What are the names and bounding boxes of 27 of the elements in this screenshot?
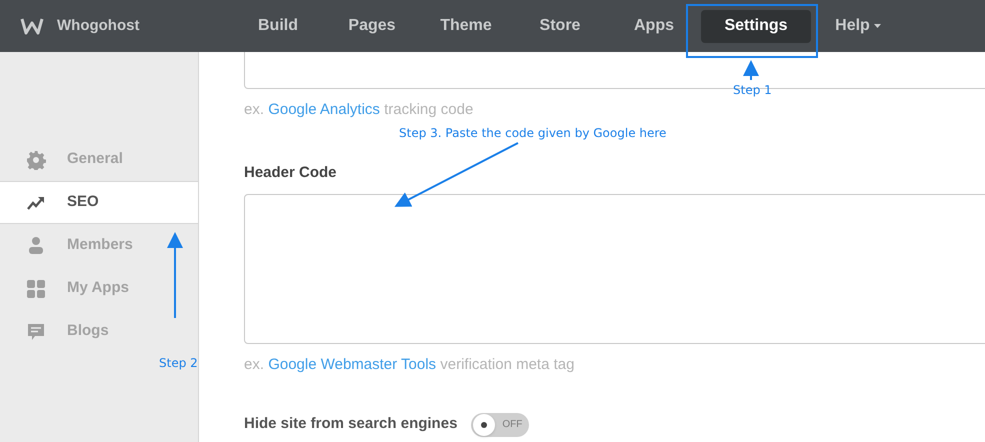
annotation-text: Step 3. Paste the code given by Google here: [399, 125, 666, 142]
person-icon: [26, 236, 46, 256]
nav-tab[interactable]: Pages: [325, 10, 419, 42]
annotation-text: Step 2: [159, 355, 198, 372]
hint-text: ex. Google Webmaster Tools verification meta tag: [244, 355, 576, 375]
nav-tab[interactable]: Apps: [607, 10, 701, 42]
toggle-label: Hide site from search engines: [244, 414, 458, 434]
nav-tab[interactable]: Store: [513, 10, 607, 42]
hint-link[interactable]: Google Analytics: [268, 101, 380, 118]
nav-tab[interactable]: Build: [231, 10, 325, 42]
nav-tab[interactable]: Settings: [701, 10, 811, 42]
nav-tab[interactable]: Help: [811, 10, 905, 42]
caret-icon: [874, 24, 881, 28]
nav-tab[interactable]: Theme: [419, 10, 513, 42]
field-label: Header Code: [244, 162, 337, 182]
sidebar-item[interactable]: SEO: [0, 181, 198, 224]
chat-icon: [26, 322, 46, 342]
hint-link[interactable]: Google Webmaster Tools: [268, 356, 436, 373]
arrow: [743, 60, 759, 80]
grid-icon: [26, 278, 46, 298]
logo-icon: [20, 16, 44, 36]
header-code-field[interactable]: [244, 194, 985, 344]
brand-name: Whogohost: [57, 16, 140, 36]
annotation-text: Step 1: [733, 82, 772, 99]
gear-icon: [26, 150, 46, 170]
hint-text: ex. Google Analytics tracking code: [244, 100, 474, 120]
toggle-switch[interactable]: OFF: [471, 412, 530, 436]
